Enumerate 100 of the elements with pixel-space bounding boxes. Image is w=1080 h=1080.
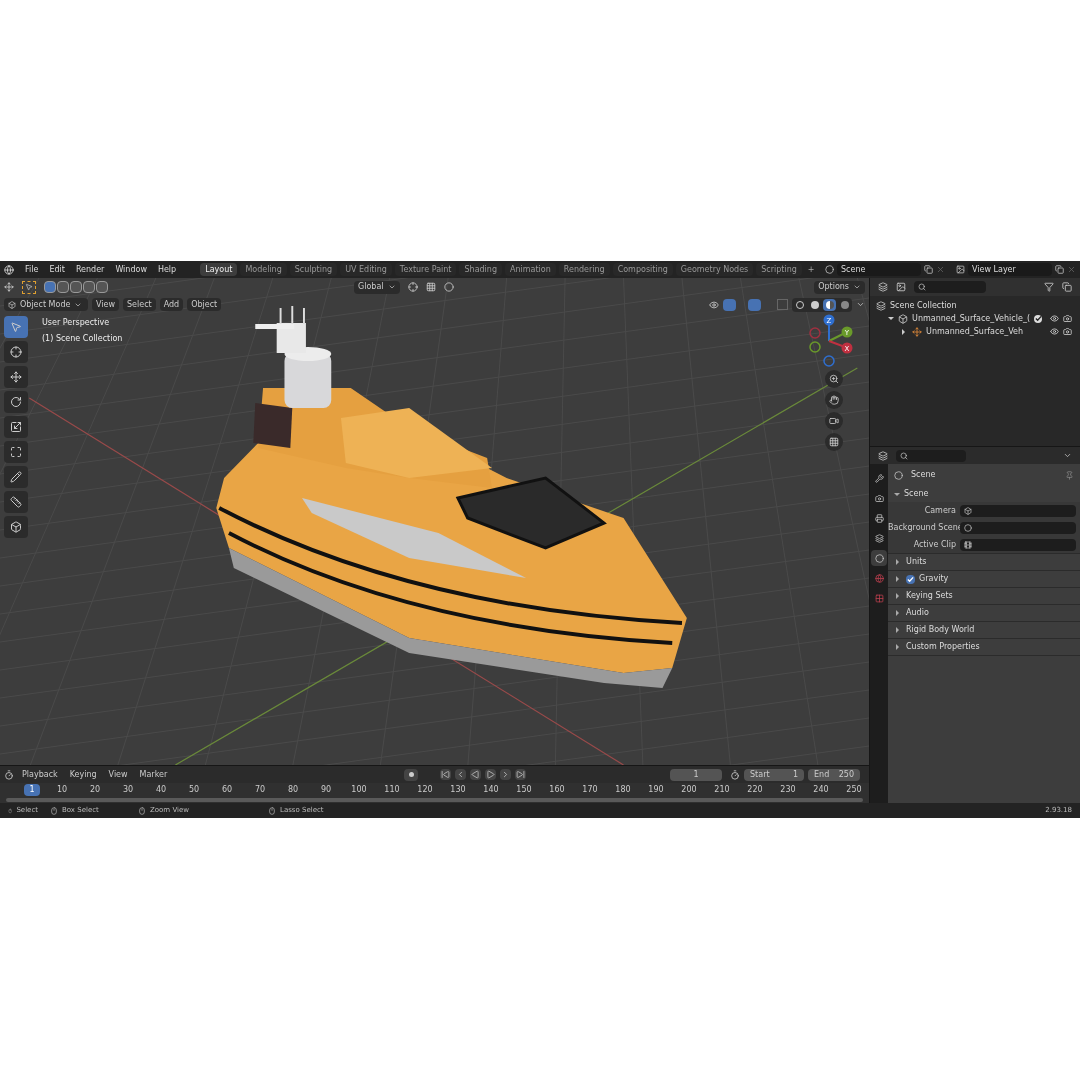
jump-start-icon[interactable] xyxy=(440,769,452,780)
section-title[interactable]: Gravity xyxy=(919,573,949,585)
section-title[interactable]: Audio xyxy=(906,607,929,619)
triangle-icon xyxy=(486,770,496,779)
scene-field[interactable]: Scene xyxy=(837,263,921,276)
filter-icon[interactable] xyxy=(1044,282,1054,292)
view-layer-field[interactable]: View Layer xyxy=(968,263,1052,276)
checkmark-icon xyxy=(907,575,915,583)
search-field[interactable] xyxy=(914,281,987,293)
selection-mode-icon[interactable] xyxy=(96,281,108,293)
stopwatch-icon[interactable] xyxy=(730,769,741,780)
menu-item[interactable]: Window xyxy=(111,263,151,276)
visibility-icon[interactable] xyxy=(709,299,720,310)
mouse-icon xyxy=(268,806,276,815)
field-label: Active Clip xyxy=(912,538,957,551)
current-frame-field[interactable]: 1 xyxy=(670,768,723,781)
tool-button[interactable] xyxy=(4,466,28,488)
record-button[interactable] xyxy=(404,768,419,781)
tool-button[interactable] xyxy=(4,366,28,388)
search-field[interactable] xyxy=(896,449,967,462)
visibility-eye-icon[interactable] xyxy=(1050,314,1059,323)
render-camera-icon[interactable] xyxy=(1063,314,1072,323)
workspace-tab[interactable]: Shading xyxy=(459,263,502,276)
menu-item[interactable]: Select xyxy=(123,298,156,311)
mode-dropdown[interactable]: Object Mode xyxy=(4,298,88,311)
section-title[interactable]: Custom Properties xyxy=(906,641,980,653)
hand-glyph-icon xyxy=(829,395,840,405)
tool-select-icon[interactable] xyxy=(22,280,36,294)
workspace-tab[interactable]: Layout xyxy=(200,263,238,276)
data-field[interactable] xyxy=(960,538,1076,551)
tool-button[interactable] xyxy=(4,416,28,438)
tool-button[interactable] xyxy=(4,341,28,363)
transform-tool-icon xyxy=(10,446,22,458)
menu-item[interactable]: Object xyxy=(187,298,222,311)
menu-item[interactable]: Marker xyxy=(135,768,172,781)
menu-item[interactable]: Edit xyxy=(45,263,69,276)
menu-item[interactable]: Help xyxy=(153,263,181,276)
section-title[interactable]: Scene xyxy=(904,488,929,500)
proportional-edit-icon[interactable] xyxy=(443,282,454,292)
menu-item[interactable]: Keying xyxy=(65,768,101,781)
shading-mode-button[interactable] xyxy=(823,298,837,311)
section-title[interactable]: Keying Sets xyxy=(906,590,953,602)
render-camera-icon[interactable] xyxy=(1063,327,1072,336)
end-frame-field[interactable]: End 250 xyxy=(808,768,861,781)
scale-tool-icon xyxy=(10,421,22,433)
section-title[interactable]: Units xyxy=(906,556,927,568)
menu-item[interactable]: Render xyxy=(71,263,109,276)
workspace-tab[interactable]: Modeling xyxy=(240,263,287,276)
selection-mode-icon[interactable] xyxy=(83,281,95,293)
workspace-tab[interactable]: Compositing xyxy=(612,263,673,276)
frame-number: 250 xyxy=(845,784,863,796)
data-field[interactable] xyxy=(960,504,1076,517)
exclude-checkbox[interactable] xyxy=(1034,314,1042,323)
outliner-item-label[interactable]: Unmanned_Surface_Vehicle_( xyxy=(912,312,1030,325)
play-icon[interactable] xyxy=(485,769,497,780)
visibility-eye-icon[interactable] xyxy=(1050,327,1059,336)
tool-button[interactable] xyxy=(4,391,28,413)
outliner-item-label[interactable]: Scene Collection xyxy=(890,299,1080,312)
jump-end-icon[interactable] xyxy=(515,769,527,780)
outliner-item-label[interactable]: Unmanned_Surface_Veh xyxy=(926,325,1042,338)
caret-icon[interactable] xyxy=(1063,451,1072,460)
next-keyframe-icon[interactable] xyxy=(500,769,512,780)
tool-button[interactable] xyxy=(4,516,28,538)
workspace-tab[interactable]: Sculpting xyxy=(289,263,338,276)
workspace-tab[interactable]: Texture Paint xyxy=(394,263,457,276)
annotate-tool-icon xyxy=(10,471,22,483)
snap-icon[interactable] xyxy=(425,282,436,292)
menu-item[interactable]: Add xyxy=(159,298,184,311)
tool-button[interactable] xyxy=(4,491,28,513)
add-workspace-button[interactable]: + xyxy=(804,263,818,276)
menu-item[interactable]: View xyxy=(92,298,119,311)
scrollbar[interactable] xyxy=(6,798,864,802)
menu-item[interactable]: Playback xyxy=(18,768,62,781)
selection-mode-icon[interactable] xyxy=(70,281,82,293)
panel-checkbox[interactable] xyxy=(906,574,916,584)
move-tool-icon xyxy=(10,371,22,383)
app-logo-icon[interactable] xyxy=(4,264,14,275)
tool-button[interactable] xyxy=(4,441,28,463)
pivot-icon[interactable] xyxy=(407,282,418,292)
rotate-tool-icon xyxy=(10,396,22,408)
tool-button[interactable] xyxy=(4,316,28,338)
workspace-tab[interactable]: Animation xyxy=(505,263,556,276)
data-field[interactable] xyxy=(960,521,1076,534)
menu-item[interactable]: View xyxy=(104,768,132,781)
copy-icon[interactable] xyxy=(1055,265,1064,274)
properties-tab[interactable] xyxy=(871,550,888,566)
start-frame-field[interactable]: Start 1 xyxy=(744,768,805,781)
workspace-tab[interactable]: Rendering xyxy=(558,263,610,276)
workspace-tab[interactable]: Scripting xyxy=(756,263,802,276)
previous-keyframe-icon[interactable] xyxy=(455,769,467,780)
copy-icon[interactable] xyxy=(924,265,933,274)
selection-mode-icon[interactable] xyxy=(44,281,56,293)
selection-mode-icon[interactable] xyxy=(57,281,69,293)
menu-item[interactable]: File xyxy=(21,263,43,276)
cube-icon xyxy=(8,300,16,309)
workspace-tab[interactable]: Geometry Nodes xyxy=(675,263,754,276)
display-mode-icon[interactable] xyxy=(878,282,889,292)
play-reverse-icon[interactable] xyxy=(470,769,482,780)
section-title[interactable]: Rigid Body World xyxy=(906,624,975,636)
workspace-tab[interactable]: UV Editing xyxy=(340,263,392,276)
